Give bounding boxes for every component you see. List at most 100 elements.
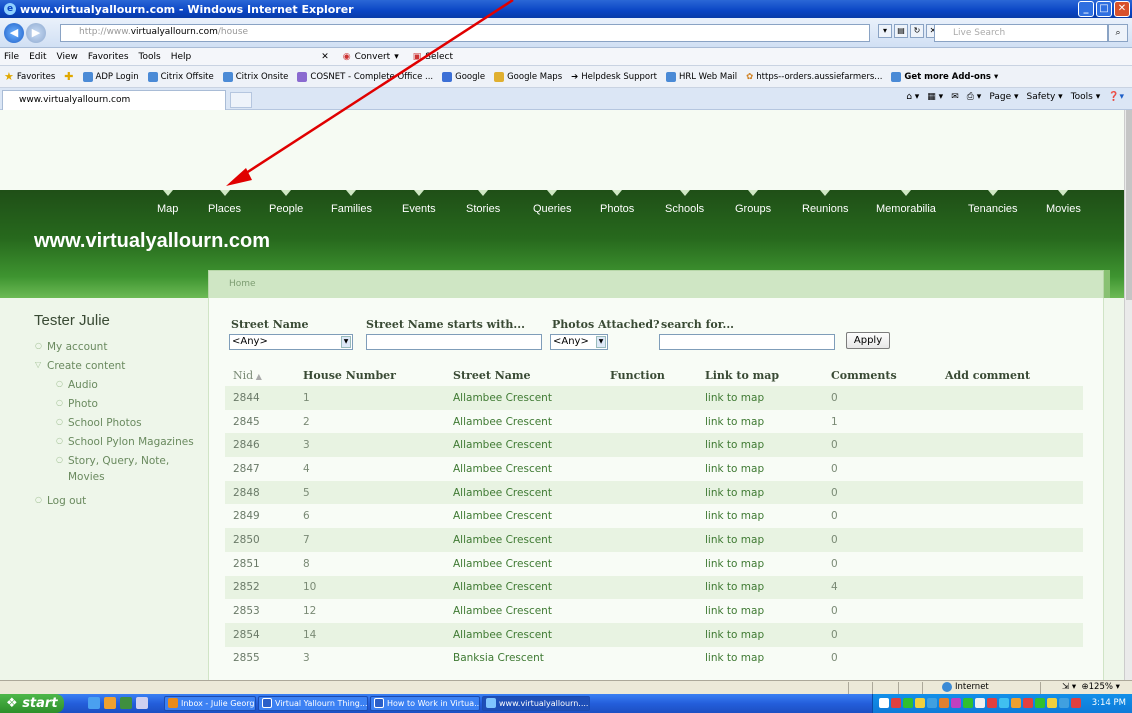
fav-link[interactable]: COSNET - Complete Office ...: [297, 71, 433, 82]
tray-icon[interactable]: [975, 698, 985, 708]
fav-link[interactable]: HRL Web Mail: [665, 71, 737, 82]
minimize-button[interactable]: _: [1078, 1, 1094, 17]
menu-file[interactable]: File: [4, 52, 19, 62]
fav-link[interactable]: Citrix Offsite: [147, 71, 214, 82]
desktop-quicklaunch-icon[interactable]: [136, 697, 148, 709]
col-house-number[interactable]: House Number: [295, 364, 445, 386]
search-icon[interactable]: ⌕: [1108, 24, 1128, 42]
starts-with-input[interactable]: [366, 334, 542, 350]
menu-edit[interactable]: Edit: [29, 52, 46, 62]
cell-link-to-map[interactable]: link to map: [697, 528, 823, 552]
scroll-thumb[interactable]: [1126, 110, 1132, 300]
tray-icon[interactable]: [939, 698, 949, 708]
nav-map[interactable]: Map: [157, 190, 178, 215]
tray-icon[interactable]: [891, 698, 901, 708]
nav-movies[interactable]: Movies: [1046, 190, 1081, 215]
browser-tab[interactable]: www.virtualyallourn.com: [2, 90, 226, 110]
cell-street-name[interactable]: Allambee Crescent: [445, 622, 602, 647]
nav-events[interactable]: Events: [402, 190, 436, 215]
cell-link-to-map[interactable]: link to map: [697, 433, 823, 458]
compat-icon[interactable]: ▤: [894, 24, 908, 38]
fav-link[interactable]: Citrix Onsite: [222, 71, 288, 82]
apply-button[interactable]: Apply: [846, 332, 890, 349]
menu-favorites[interactable]: Favorites: [88, 52, 129, 62]
nav-reunions[interactable]: Reunions: [802, 190, 848, 215]
convert-button[interactable]: ◉ Convert ▾: [343, 52, 399, 62]
cell-street-name[interactable]: Allambee Crescent: [445, 552, 602, 576]
nav-queries[interactable]: Queries: [533, 190, 572, 215]
cell-link-to-map[interactable]: link to map: [697, 504, 823, 528]
task-outlook[interactable]: Inbox - Julie George -...: [164, 696, 256, 711]
refresh-icon[interactable]: ↻: [910, 24, 924, 38]
nav-places[interactable]: Places: [208, 190, 241, 215]
tray-icon[interactable]: [879, 698, 889, 708]
cell-link-to-map[interactable]: link to map: [697, 480, 823, 505]
select-button[interactable]: ▣ Select: [413, 52, 453, 62]
print-icon[interactable]: ⎙ ▾: [967, 92, 982, 102]
sidebar-audio[interactable]: ○ Audio: [56, 379, 98, 391]
tray-icon[interactable]: [951, 698, 961, 708]
cell-link-to-map[interactable]: link to map: [697, 575, 823, 600]
site-name[interactable]: www.virtualyallourn.com: [34, 230, 270, 253]
mail-icon[interactable]: ✉: [951, 92, 959, 102]
nav-groups[interactable]: Groups: [735, 190, 771, 215]
safety-menu[interactable]: Safety ▾: [1027, 92, 1063, 102]
breadcrumb-home[interactable]: Home: [229, 279, 256, 289]
menu-help[interactable]: Help: [171, 52, 192, 62]
favorites-button[interactable]: ★ Favorites: [4, 70, 55, 83]
col-comments[interactable]: Comments: [823, 364, 937, 386]
col-nid[interactable]: Nid ▲: [225, 364, 295, 386]
sidebar-school-pylon[interactable]: ○ School Pylon Magazines: [56, 436, 194, 448]
tray-icon[interactable]: [1023, 698, 1033, 708]
toolbar-close-icon[interactable]: ✕: [321, 52, 329, 62]
cell-street-name[interactable]: Allambee Crescent: [445, 575, 602, 600]
feeds-icon[interactable]: ▦ ▾: [927, 92, 943, 102]
nav-stories[interactable]: Stories: [466, 190, 500, 215]
outlook-quicklaunch-icon[interactable]: [104, 697, 116, 709]
tray-icon[interactable]: [1071, 698, 1081, 708]
sidebar-story-query[interactable]: ○ Story, Query, Note,: [56, 455, 169, 467]
home-icon[interactable]: ⌂ ▾: [906, 92, 919, 102]
app-quicklaunch-icon[interactable]: [120, 697, 132, 709]
photos-select[interactable]: <Any> ▼: [550, 334, 608, 350]
dropdown-icon[interactable]: ▾: [878, 24, 892, 38]
back-button[interactable]: ◀: [4, 23, 24, 43]
cell-link-to-map[interactable]: link to map: [697, 457, 823, 481]
cell-street-name[interactable]: Allambee Crescent: [445, 480, 602, 505]
tray-icon[interactable]: [927, 698, 937, 708]
task-word-1[interactable]: Virtual Yallourn Thing...: [258, 696, 368, 711]
help-icon[interactable]: ❓▾: [1108, 92, 1124, 102]
cell-link-to-map[interactable]: link to map: [697, 647, 823, 671]
cell-street-name[interactable]: Allambee Crescent: [445, 386, 602, 410]
cell-street-name[interactable]: Allambee Crescent: [445, 457, 602, 481]
tray-icon[interactable]: [1047, 698, 1057, 708]
menu-view[interactable]: View: [57, 52, 78, 62]
cell-link-to-map[interactable]: link to map: [697, 552, 823, 576]
col-street-name[interactable]: Street Name: [445, 364, 602, 386]
forward-button[interactable]: ▶: [26, 23, 46, 43]
cell-street-name[interactable]: Allambee Crescent: [445, 504, 602, 528]
page-menu[interactable]: Page ▾: [989, 92, 1018, 102]
cell-link-to-map[interactable]: link to map: [697, 622, 823, 647]
nav-people[interactable]: People: [269, 190, 303, 215]
add-favorite-icon[interactable]: ✚: [64, 70, 73, 83]
cell-link-to-map[interactable]: link to map: [697, 386, 823, 410]
tray-icon[interactable]: [1059, 698, 1069, 708]
sidebar-logout[interactable]: ○ Log out: [35, 495, 86, 507]
live-search-input[interactable]: Live Search: [934, 24, 1108, 42]
cell-link-to-map[interactable]: link to map: [697, 599, 823, 623]
maximize-button[interactable]: □: [1096, 1, 1112, 17]
fav-link[interactable]: ✿ https--orders.aussiefarmers...: [746, 72, 882, 82]
new-tab-button[interactable]: [230, 92, 252, 108]
tray-icon[interactable]: [1035, 698, 1045, 708]
vertical-scrollbar[interactable]: [1124, 110, 1132, 680]
clock[interactable]: 3:14 PM: [1092, 698, 1126, 708]
nav-tenancies[interactable]: Tenancies: [968, 190, 1018, 215]
fav-link[interactable]: ➔ Helpdesk Support: [571, 72, 657, 82]
nav-schools[interactable]: Schools: [665, 190, 704, 215]
zoom-level[interactable]: ⇲ ▾ ⊕125% ▾: [1062, 682, 1120, 692]
tray-icon[interactable]: [987, 698, 997, 708]
close-button[interactable]: ✕: [1114, 1, 1130, 17]
col-function[interactable]: Function: [602, 364, 697, 386]
tools-menu[interactable]: Tools ▾: [1071, 92, 1101, 102]
